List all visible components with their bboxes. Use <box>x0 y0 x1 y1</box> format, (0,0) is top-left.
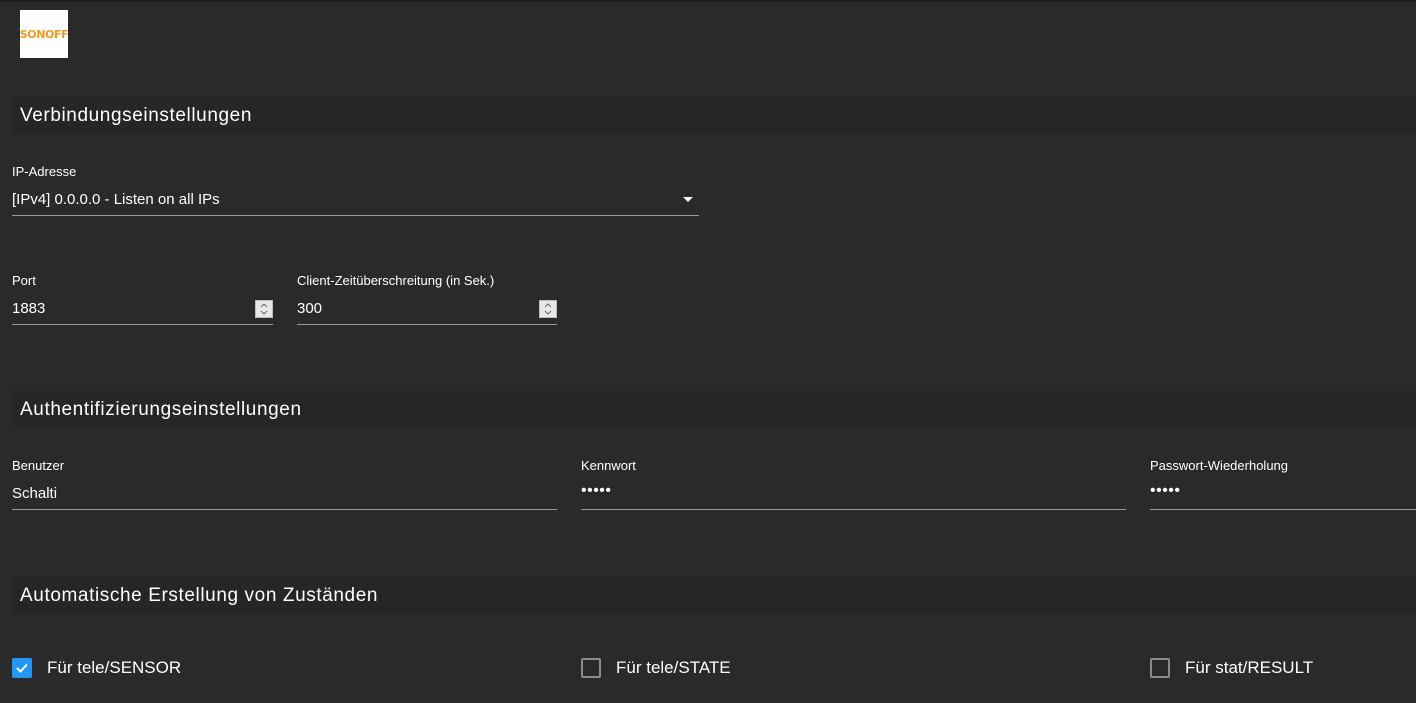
username-input[interactable]: Schalti <box>12 478 557 510</box>
port-value: 1883 <box>12 300 46 317</box>
password-field[interactable]: Kennwort ••••• <box>581 458 1126 520</box>
section-header-auto-states: Automatische Erstellung von Zuständen <box>12 577 1416 614</box>
password-input[interactable]: ••••• <box>581 478 1126 510</box>
dropdown-arrow-icon[interactable] <box>683 197 693 202</box>
port-input[interactable]: 1883 <box>12 293 273 325</box>
username-field[interactable]: Benutzer Schalti <box>12 458 557 520</box>
client-timeout-label: Client-Zeitüberschreitung (in Sek.) <box>297 273 495 288</box>
logo-text: SONOFF <box>20 27 68 41</box>
password-label: Kennwort <box>581 458 636 473</box>
password-repeat-value: ••••• <box>1150 482 1181 499</box>
password-repeat-label: Passwort-Wiederholung <box>1150 458 1289 473</box>
checkbox-unchecked-icon[interactable] <box>1150 658 1170 678</box>
client-timeout-input[interactable]: 300 <box>297 293 557 325</box>
spin-down-icon[interactable] <box>544 309 552 317</box>
client-timeout-field[interactable]: Client-Zeitüberschreitung (in Sek.) 300 <box>297 273 557 335</box>
spin-down-icon[interactable] <box>260 309 268 317</box>
checkbox-label: Für tele/STATE <box>616 658 731 677</box>
checkbox-checked-icon[interactable] <box>12 658 32 678</box>
ip-address-select[interactable]: IP-Adresse [IPv4] 0.0.0.0 - Listen on al… <box>12 164 699 226</box>
port-field[interactable]: Port 1883 <box>12 273 273 335</box>
password-repeat-input[interactable]: ••••• <box>1150 478 1416 510</box>
port-spinner[interactable] <box>255 300 273 318</box>
username-label: Benutzer <box>12 458 65 473</box>
spin-up-icon[interactable] <box>544 301 552 309</box>
username-value: Schalti <box>12 485 58 502</box>
section-header-auth: Authentifizierungseinstellungen <box>12 391 1416 428</box>
timeout-spinner[interactable] <box>539 300 557 318</box>
checkbox-tele-sensor[interactable]: Für tele/SENSOR <box>12 658 181 678</box>
section-header-connection: Verbindungseinstellungen <box>12 97 1416 134</box>
checkbox-tele-state[interactable]: Für tele/STATE <box>581 658 731 678</box>
checkbox-label: Für tele/SENSOR <box>47 658 182 677</box>
sonoff-logo: SONOFF <box>20 10 68 58</box>
password-repeat-field[interactable]: Passwort-Wiederholung ••••• <box>1150 458 1416 520</box>
ip-address-value: [IPv4] 0.0.0.0 - Listen on all IPs <box>12 191 220 208</box>
ip-address-label: IP-Adresse <box>12 164 77 179</box>
checkbox-stat-result[interactable]: Für stat/RESULT <box>1150 658 1313 678</box>
ip-address-box[interactable]: [IPv4] 0.0.0.0 - Listen on all IPs <box>12 184 699 216</box>
port-label: Port <box>12 273 36 288</box>
spin-up-icon[interactable] <box>260 301 268 309</box>
client-timeout-value: 300 <box>297 300 323 317</box>
checkbox-label: Für stat/RESULT <box>1185 658 1314 677</box>
checkbox-unchecked-icon[interactable] <box>581 658 601 678</box>
password-value: ••••• <box>581 482 612 499</box>
settings-page: SONOFF Verbindungseinstellungen IP-Adres… <box>0 0 1416 703</box>
